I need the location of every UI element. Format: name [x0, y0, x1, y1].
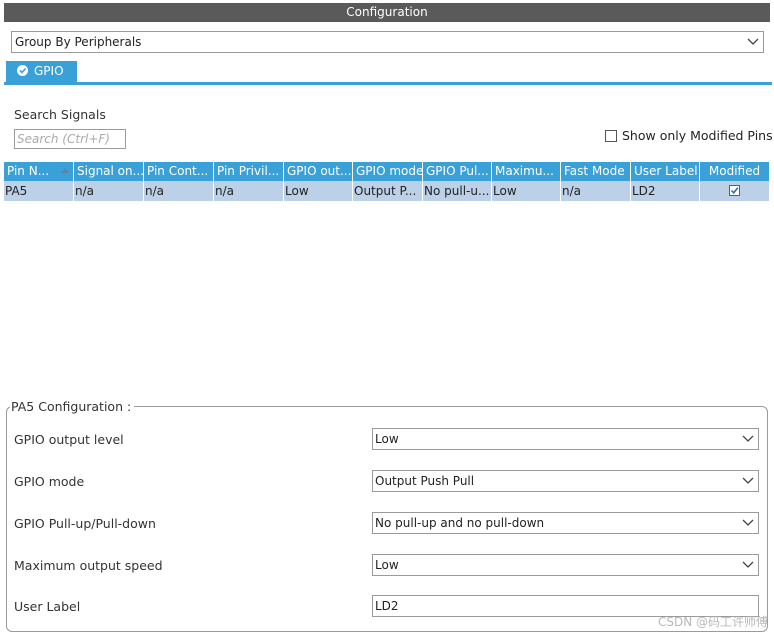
col-header-user-label[interactable]: User Label — [631, 162, 700, 181]
col-header-modified[interactable]: Modified — [700, 162, 770, 181]
gpio-output-level-value: Low — [375, 432, 399, 446]
cell-fast-mode: n/a — [561, 181, 631, 201]
show-modified-checkbox[interactable]: Show only Modified Pins — [605, 128, 773, 143]
cell-gpio-pull: No pull-u... — [423, 181, 492, 201]
col-header-gpio-output[interactable]: GPIO out... — [284, 162, 353, 181]
col-header-pin-name[interactable]: Pin N... — [4, 162, 74, 181]
max-output-speed-select[interactable]: Low — [372, 554, 759, 576]
table-header: Pin N... Signal on... Pin Cont... Pin Pr… — [4, 162, 770, 181]
search-label: Search Signals — [14, 107, 106, 122]
col-header-pin-privilege[interactable]: Pin Privil... — [214, 162, 284, 181]
panel-title: Configuration — [4, 3, 770, 22]
col-header-fast-mode[interactable]: Fast Mode — [561, 162, 631, 181]
gpio-mode-value: Output Push Pull — [375, 474, 475, 488]
cell-gpio-output: Low — [284, 181, 353, 201]
check-circle-icon — [17, 65, 28, 76]
chevron-down-icon — [741, 555, 755, 575]
cell-max-speed: Low — [492, 181, 561, 201]
gpio-output-level-label: GPIO output level — [14, 432, 124, 447]
col-header-max-speed[interactable]: Maximu... — [492, 162, 561, 181]
gpio-output-level-select[interactable]: Low — [372, 428, 759, 450]
group-by-select[interactable]: Group By Peripherals — [11, 31, 764, 53]
table-row[interactable]: PA5 n/a n/a n/a Low Output P... No pull-… — [4, 181, 770, 201]
col-header-gpio-pull[interactable]: GPIO Pul... — [423, 162, 492, 181]
chevron-down-icon — [741, 429, 755, 449]
group-by-value: Group By Peripherals — [15, 35, 142, 49]
tab-gpio-label: GPIO — [34, 64, 64, 78]
chevron-down-icon — [746, 32, 760, 52]
checked-checkbox-icon — [729, 185, 740, 196]
sort-up-icon — [61, 168, 69, 173]
cell-pin-name: PA5 — [4, 181, 74, 201]
gpio-mode-select[interactable]: Output Push Pull — [372, 470, 759, 492]
gpio-pull-label: GPIO Pull-up/Pull-down — [14, 516, 156, 531]
tab-gpio[interactable]: GPIO — [6, 61, 77, 83]
col-header-gpio-mode[interactable]: GPIO mode — [353, 162, 423, 181]
chevron-down-icon — [741, 471, 755, 491]
cell-gpio-mode: Output P... — [353, 181, 423, 201]
gpio-mode-label: GPIO mode — [14, 474, 85, 489]
cell-pin-privilege: n/a — [214, 181, 284, 201]
chevron-down-icon — [741, 513, 755, 533]
cell-user-label: LD2 — [631, 181, 700, 201]
user-label-label: User Label — [14, 599, 81, 614]
max-output-speed-value: Low — [375, 558, 399, 572]
gpio-pull-select[interactable]: No pull-up and no pull-down — [372, 512, 759, 534]
checkbox-icon — [605, 130, 617, 142]
pin-table: Pin N... Signal on... Pin Cont... Pin Pr… — [4, 162, 770, 201]
max-output-speed-label: Maximum output speed — [14, 558, 163, 573]
cell-signal: n/a — [74, 181, 144, 201]
gpio-pull-value: No pull-up and no pull-down — [375, 516, 545, 530]
col-header-pin-context[interactable]: Pin Cont... — [144, 162, 214, 181]
tab-underline — [4, 82, 772, 85]
pin-configuration-title: PA5 Configuration : — [10, 399, 135, 414]
show-modified-label: Show only Modified Pins — [622, 128, 773, 143]
cell-modified — [700, 181, 770, 201]
watermark: CSDN @码工许师傅 — [657, 615, 768, 629]
search-input[interactable]: Search (Ctrl+F) — [14, 129, 126, 149]
cell-pin-context: n/a — [144, 181, 214, 201]
col-header-signal[interactable]: Signal on... — [74, 162, 144, 181]
